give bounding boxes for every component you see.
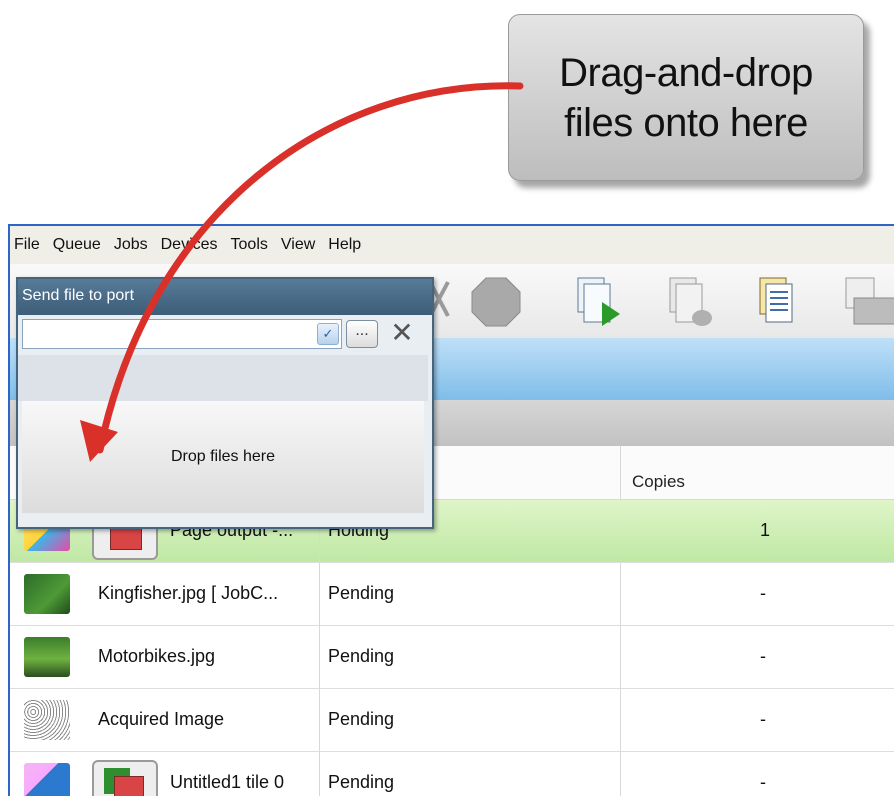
panel-title: Send file to port (18, 279, 432, 315)
kingfisher-thumbnail (24, 574, 70, 614)
menu-queue[interactable]: Queue (53, 236, 101, 254)
menu-bar: File Queue Jobs Devices Tools View Help (10, 226, 894, 264)
panel-band (18, 355, 428, 401)
stop-icon[interactable] (470, 276, 522, 328)
callout-tooltip: Drag-and-drop files onto here (508, 14, 864, 181)
table-row[interactable]: Kingfisher.jpg [ JobC... Pending - (10, 563, 894, 626)
job-name: Motorbikes.jpg (98, 646, 216, 666)
document-disabled-icon[interactable] (664, 276, 720, 330)
menu-view[interactable]: View (281, 236, 315, 254)
chevron-down-icon[interactable]: ✓ (317, 323, 339, 345)
column-header-copies[interactable]: Copies (632, 472, 685, 492)
job-copies: - (760, 646, 766, 666)
menu-tools[interactable]: Tools (231, 236, 268, 254)
job-status: Pending (328, 772, 395, 792)
job-copies: - (760, 709, 766, 729)
menu-help[interactable]: Help (328, 236, 361, 254)
job-properties-icon[interactable] (756, 276, 804, 330)
drop-zone-label: Drop files here (170, 448, 276, 465)
job-thumbnail (24, 763, 70, 796)
motorbikes-thumbnail (24, 637, 70, 677)
menu-devices[interactable]: Devices (161, 236, 218, 254)
job-status: Pending (328, 646, 395, 666)
callout-line-2: files onto here (564, 100, 808, 145)
column-divider (319, 499, 320, 796)
table-row[interactable]: Acquired Image Pending - (10, 689, 894, 752)
browse-button[interactable]: ... (346, 320, 378, 348)
job-status: Pending (328, 709, 395, 729)
job-status: Pending (328, 583, 395, 603)
page-thumbnail (92, 760, 158, 796)
menu-jobs[interactable]: Jobs (114, 236, 148, 254)
menu-file[interactable]: File (14, 236, 40, 254)
job-name: Kingfisher.jpg [ JobC... (98, 583, 279, 603)
table-row[interactable]: Untitled1 tile 0 Pending - (10, 752, 894, 796)
job-name: Acquired Image (98, 709, 225, 729)
job-copies: - (760, 772, 766, 792)
job-name: Untitled1 tile 0 (170, 772, 285, 792)
callout-line-1: Drag-and-drop (559, 50, 813, 95)
job-copies: 1 (760, 520, 771, 540)
table-row[interactable]: Motorbikes.jpg Pending - (10, 626, 894, 689)
acquired-image-thumbnail (24, 700, 70, 740)
print-document-icon[interactable] (572, 276, 628, 330)
send-file-panel: Send file to port ✓ ... ✕ Drop files her… (16, 277, 434, 529)
drop-zone[interactable]: Drop files here (22, 401, 424, 513)
printer-icon[interactable] (840, 276, 894, 330)
close-icon[interactable]: ✕ (386, 317, 418, 349)
job-copies: - (760, 583, 766, 603)
port-select-input[interactable]: ✓ (22, 319, 342, 349)
